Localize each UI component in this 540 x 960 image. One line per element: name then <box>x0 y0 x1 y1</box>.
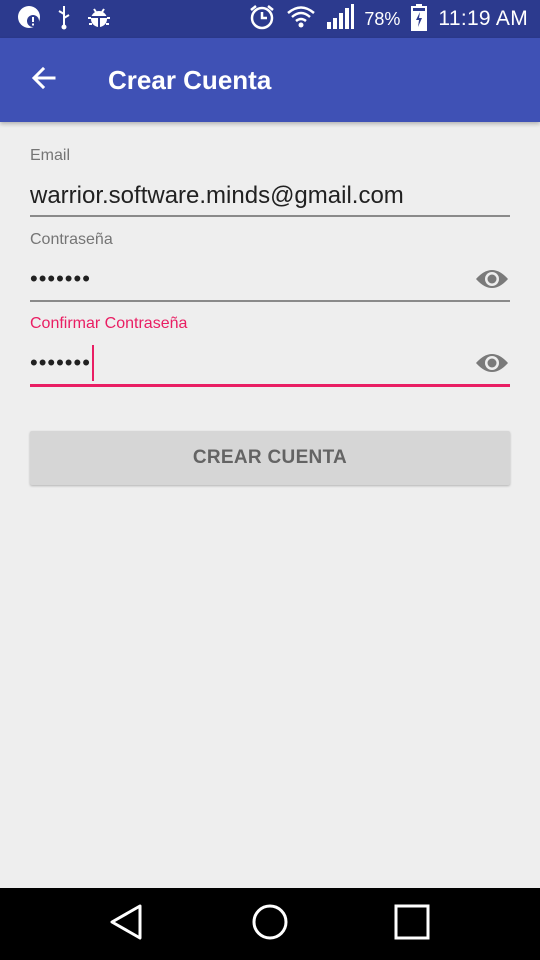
email-label: Email <box>30 147 71 164</box>
navigation-bar <box>0 888 540 960</box>
status-left <box>16 4 112 35</box>
recents-square-icon <box>393 903 431 946</box>
create-account-button[interactable]: CREAR CUENTA <box>30 431 510 485</box>
eye-icon <box>474 270 510 295</box>
password-label: Contraseña <box>30 231 113 248</box>
password-field[interactable]: ••••••• <box>30 266 91 292</box>
battery-charging-icon <box>410 3 428 36</box>
clock: 11:19 AM <box>438 7 528 30</box>
arrow-back-icon <box>30 64 58 97</box>
confirm-password-label: Confirmar Contraseña <box>30 315 188 332</box>
confirm-password-field[interactable]: ••••••• <box>30 350 91 376</box>
confirm-password-visibility-toggle[interactable] <box>474 351 510 375</box>
confirm-password-underline <box>30 384 510 387</box>
status-bar: 78% 11:19 AM <box>0 0 540 38</box>
alarm-icon <box>248 3 276 36</box>
wifi-icon <box>286 5 316 34</box>
back-button[interactable] <box>20 56 68 104</box>
nav-home-button[interactable] <box>246 902 294 946</box>
text-caret <box>92 345 94 381</box>
signal-icon <box>326 3 355 35</box>
back-triangle-icon <box>108 902 144 947</box>
notification-icon <box>16 4 42 35</box>
android-debug-icon <box>86 4 112 35</box>
page-title: Crear Cuenta <box>108 65 272 95</box>
home-circle-icon <box>250 902 290 947</box>
nav-recents-button[interactable] <box>388 902 436 946</box>
password-visibility-toggle[interactable] <box>474 267 510 291</box>
eye-icon <box>474 354 510 379</box>
status-right: 78% 11:19 AM <box>248 0 528 38</box>
nav-back-button[interactable] <box>102 902 150 946</box>
usb-icon <box>56 4 72 35</box>
app-bar: Crear Cuenta <box>0 38 540 122</box>
email-underline <box>30 215 510 217</box>
email-field[interactable] <box>30 176 510 216</box>
password-underline <box>30 300 510 302</box>
battery-percent: 78% <box>364 8 401 29</box>
